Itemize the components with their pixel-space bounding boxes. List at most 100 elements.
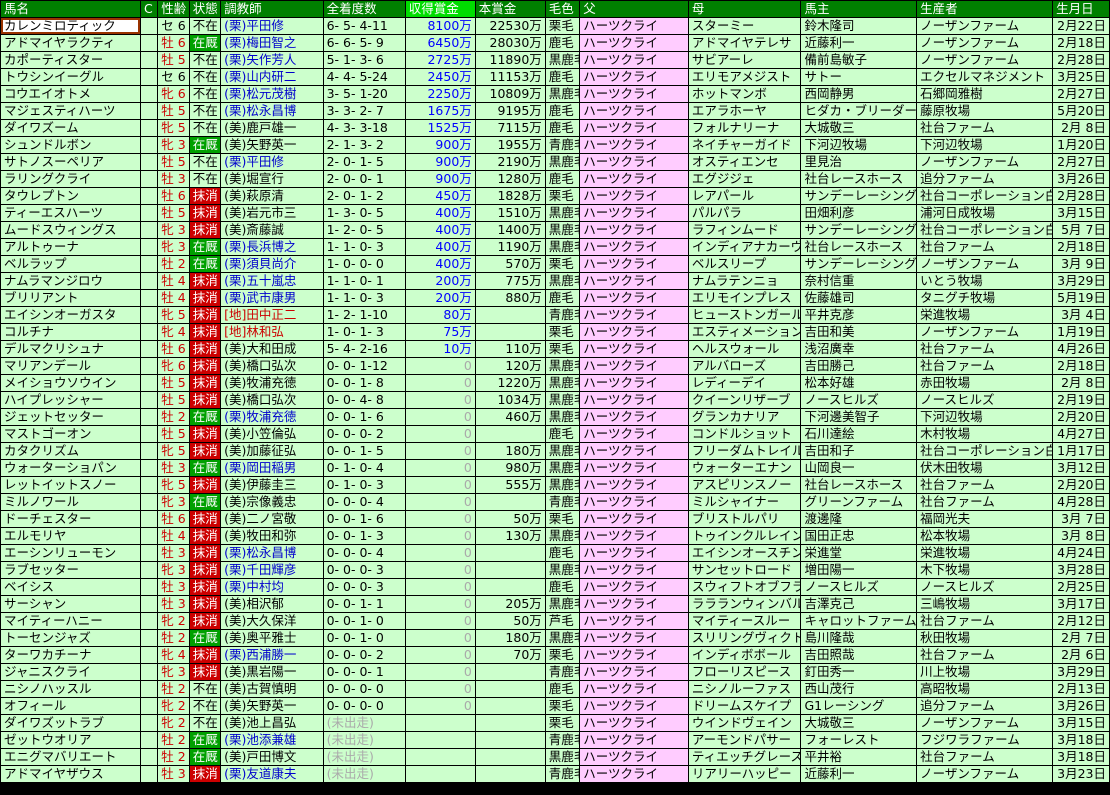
horse-name[interactable]: カレンミロティック [1, 18, 141, 34]
table-row[interactable]: ナムラマンジロウ 牡 4 抹消 (栗)五十嵐忠 1- 1- 0- 1 200万 775万 黒鹿… [1, 273, 1109, 289]
table-row[interactable]: ダイワズットラブ 牝 2 不在 (美)池上昌弘 (未出走) 栗毛 ハーツクライ ウインドヴェイ… [1, 715, 1109, 731]
horse-name[interactable]: ティーエスハーツ [1, 205, 141, 221]
table-row[interactable]: オフィール 牝 2 不在 (美)矢野英一 0- 0- 0- 0 0 栗毛 ハーツクライ ドリーム… [1, 698, 1109, 714]
table-row[interactable]: ジャニスクライ 牝 3抹消(美)黒岩陽一0- 0- 0- 10 青鹿毛ハーツクライフ… [1, 664, 1109, 680]
header-sire[interactable]: 父 [580, 1, 688, 17]
horse-name[interactable]: ターワカチーナ [1, 647, 141, 663]
horse-name[interactable]: ダイワズットラブ [1, 715, 141, 731]
table-row[interactable]: ハイプレッシャー 牡 5抹消(美)橋口弘次0- 0- 4- 801034万黒鹿毛ハ… [1, 392, 1109, 408]
horse-name[interactable]: ブリリアント [1, 290, 141, 306]
table-row[interactable]: ベルラップ 牡 2 在厩 (栗)須貝尚介 1- 0- 0- 0 400万 570万 栗毛 ハーツ… [1, 256, 1109, 272]
table-row[interactable]: カレンミロティック セ 6 不在 (栗)平田修 6- 5- 4-11 8100万 22530… [1, 18, 1109, 34]
horse-name[interactable]: カタクリズム [1, 443, 141, 459]
header-earnings[interactable]: 収得賞金 [405, 1, 475, 17]
header-color[interactable]: 毛色 [545, 1, 580, 17]
horse-name[interactable]: オフィール [1, 698, 141, 714]
horse-name[interactable]: ジェットセッター [1, 409, 141, 425]
table-row[interactable]: エイシンオーガスタ 牝 5抹消[地]田中正二1- 2- 1-1080万 青鹿毛ハーツ… [1, 307, 1109, 323]
horse-name[interactable]: エルモリヤ [1, 528, 141, 544]
header-dam[interactable]: 母 [688, 1, 801, 17]
horse-name[interactable]: デルマクリシュナ [1, 341, 141, 357]
header-c[interactable]: C [141, 1, 158, 17]
table-row[interactable]: アルトゥーナ 牝 3在厩(栗)長浜博之1- 1- 0- 3400万1190万黒鹿毛… [1, 239, 1109, 255]
horse-name[interactable]: ラブセッター [1, 562, 141, 578]
table-row[interactable]: カポーティスター 牡 5 不在 (栗)矢作芳人 5- 1- 3- 6 2725万 11890… [1, 52, 1109, 68]
table-row[interactable]: マジェスティハーツ 牡 5 不在 (栗)松永昌博 3- 3- 2- 7 1675万 9195… [1, 103, 1109, 119]
horse-name[interactable]: ダイワズーム [1, 120, 141, 136]
table-row[interactable]: ドーチェスター 牡 6 抹消 (美)二ノ宮敬 0- 0- 1- 6 0 50万 栗毛 ハーツクラ… [1, 511, 1109, 527]
table-row[interactable]: ターワカチーナ 牝 4 抹消 (栗)西浦勝一 0- 0- 0- 2 0 70万 栗毛 ハーツクラ… [1, 647, 1109, 663]
horse-name[interactable]: ニシノハッスル [1, 681, 141, 697]
table-row[interactable]: アドマイヤラクティ 牡 6 在厩 (栗)梅田智之 6- 6- 5- 9 6450万 2803… [1, 35, 1109, 51]
header-owner[interactable]: 馬主 [801, 1, 917, 17]
horse-name[interactable]: アルトゥーナ [1, 239, 141, 255]
horse-name[interactable]: サーシャン [1, 596, 141, 612]
horse-name[interactable]: ウォーターショパン [1, 460, 141, 476]
horse-name[interactable]: レットイットスノー [1, 477, 141, 493]
horse-name[interactable]: ベルラップ [1, 256, 141, 272]
table-row[interactable]: タウレプトン 牡 6 抹消 (美)萩原清 2- 0- 1- 2 450万 1828万 栗毛 ハー… [1, 188, 1109, 204]
horse-name[interactable]: サトノスーペリア [1, 154, 141, 170]
horse-name[interactable]: エーシンリューモン [1, 545, 141, 561]
horse-name[interactable]: コルチナ [1, 324, 141, 340]
table-row[interactable]: メイショウソウイン 牡 5抹消(美)牧浦充徳0- 0- 1- 801220万黒鹿毛… [1, 375, 1109, 391]
header-trainer[interactable]: 調教師 [221, 1, 323, 17]
table-row[interactable]: ゼットウオリア 牡 2在厩(栗)池添兼雄(未出走) 青鹿毛ハーツクライアーモンドパサ… [1, 732, 1109, 748]
horse-name[interactable]: アドマイヤラクティ [1, 35, 141, 51]
horse-name[interactable]: エイシンオーガスタ [1, 307, 141, 323]
header-name[interactable]: 馬名 [1, 1, 141, 17]
table-row[interactable]: コルチナ 牝 4 抹消 [地]林和弘 1- 0- 1- 3 75万 栗毛 ハーツクライ エスティ… [1, 324, 1109, 340]
table-row[interactable]: ティーエスハーツ 牡 5 抹消 (美)岩元市三 1- 3- 0- 5 400万 1510万黒… [1, 205, 1109, 221]
table-row[interactable]: ムードスウィングス 牝 3 抹消 (美)斎藤誠 1- 2- 0- 5 400万 1400万黒… [1, 222, 1109, 238]
horse-name[interactable]: ドーチェスター [1, 511, 141, 527]
header-sexage[interactable]: 性齢 [158, 1, 189, 17]
table-row[interactable]: ラブセッター 牝 3抹消(栗)千田輝彦0- 0- 0- 30 黒鹿毛ハーツクライサン… [1, 562, 1109, 578]
table-row[interactable]: エーシンリューモン 牡 3 抹消 (栗)松永昌博 0- 0- 0- 4 0 鹿毛 ハーツクライ… [1, 545, 1109, 561]
horse-name[interactable]: ミルノワール [1, 494, 141, 510]
horse-name[interactable]: エニグマバリエート [1, 749, 141, 765]
table-row[interactable]: エニグマバリエート 牡 2在厩(美)戸田博文(未出走) 黒鹿毛ハーツクライティエッチ… [1, 749, 1109, 765]
horse-name[interactable]: ゼットウオリア [1, 732, 141, 748]
table-row[interactable]: サトノスーペリア 牡 5 不在 (栗)平田修 2- 0- 1- 5 900万 2190万 黒鹿… [1, 154, 1109, 170]
table-row[interactable]: ダイワズーム 牝 5 不在 (美)鹿戸雄一 4- 3- 3-18 1525万 7115万 鹿毛… [1, 120, 1109, 136]
header-birthday[interactable]: 生月日 [1053, 1, 1109, 17]
horse-name[interactable]: コウエイオトメ [1, 86, 141, 102]
table-row[interactable]: トーセンジャズ 牡 2在厩(美)奥平雅士0- 0- 1- 00180万黒鹿毛ハーツ… [1, 630, 1109, 646]
table-row[interactable]: ブリリアント 牡 4 抹消 (栗)武市康男 1- 1- 0- 3 200万 880万 鹿毛 ハー… [1, 290, 1109, 306]
horse-name[interactable]: メイショウソウイン [1, 375, 141, 391]
horse-name[interactable]: マジェスティハーツ [1, 103, 141, 119]
horse-name[interactable]: トーセンジャズ [1, 630, 141, 646]
table-row[interactable]: コウエイオトメ 牝 6 不在 (栗)松元茂樹 3- 5- 1-20 2250万 10809万… [1, 86, 1109, 102]
horse-name[interactable]: タウレプトン [1, 188, 141, 204]
horse-name[interactable]: マイティーハニー [1, 613, 141, 629]
table-row[interactable]: レットイットスノー 牝 5抹消(美)伊藤圭三0- 1- 0- 30555万黒鹿毛ハ… [1, 477, 1109, 493]
table-row[interactable]: シュンドルボン 牝 3 在厩 (美)矢野英一 2- 1- 3- 2 900万 1955万 青鹿… [1, 137, 1109, 153]
horse-name[interactable]: ナムラマンジロウ [1, 273, 141, 289]
table-row[interactable]: カタクリズム 牝 5抹消(美)加藤征弘0- 0- 1- 50180万黒鹿毛ハーツク… [1, 443, 1109, 459]
table-row[interactable]: ベイシス 牡 3 抹消 (栗)中村均 0- 0- 0- 3 0 鹿毛 ハーツクライ スウィフトオ… [1, 579, 1109, 595]
header-record[interactable]: 全着度数 [323, 1, 405, 17]
horse-name[interactable]: ハイプレッシャー [1, 392, 141, 408]
table-row[interactable]: ジェットセッター 牡 2在厩(栗)牧浦充徳0- 0- 1- 60460万黒鹿毛ハー… [1, 409, 1109, 425]
horse-name[interactable]: マリアンデール [1, 358, 141, 374]
horse-name[interactable]: シュンドルボン [1, 137, 141, 153]
horse-name[interactable]: ムードスウィングス [1, 222, 141, 238]
table-row[interactable]: デルマクリシュナ 牡 6 抹消 (美)大和田成 5- 4- 2-16 10万 110万 栗毛ハ… [1, 341, 1109, 357]
table-row[interactable]: ミルノワール 牝 3在厩(美)宗像義忠0- 0- 0- 40 青鹿毛ハーツクライミル… [1, 494, 1109, 510]
table-row[interactable]: マイティーハニー 牝 2 抹消 (美)大久保洋 0- 0- 1- 0 0 50万 芦毛 ハーツク… [1, 613, 1109, 629]
horse-name[interactable]: ジャニスクライ [1, 664, 141, 680]
table-row[interactable]: ニシノハッスル 牡 2 不在 (美)古賀慎明 0- 0- 0- 0 0 鹿毛 ハーツクライ ニシ… [1, 681, 1109, 697]
table-row[interactable]: サーシャン 牡 3抹消(美)相沢郁0- 0- 1- 10205万黒鹿毛ハーツクライ… [1, 596, 1109, 612]
horse-name[interactable]: ベイシス [1, 579, 141, 595]
table-row[interactable]: ウォーターショパン 牡 3在厩(栗)岡田稲男0- 1- 0- 40980万黒鹿毛ハ… [1, 460, 1109, 476]
table-row[interactable]: エルモリヤ 牡 4抹消(美)牧田和弥0- 0- 1- 30130万黒鹿毛ハーツクラ… [1, 528, 1109, 544]
table-row[interactable]: マストゴーオン 牡 5 抹消 (美)小笠倫弘 0- 0- 0- 2 0 鹿毛 ハーツクライ コン… [1, 426, 1109, 442]
table-row[interactable]: マリアンデール 牝 6抹消(美)橋口弘次0- 0- 1-120120万黒鹿毛ハーツ… [1, 358, 1109, 374]
horse-name[interactable]: ラリングクライ [1, 171, 141, 187]
table-row[interactable]: トウシンイーグル セ 6 不在 (栗)山内研二 4- 4- 5-24 2450万 11153… [1, 69, 1109, 85]
horse-name[interactable]: アドマイヤザウス [1, 766, 141, 782]
header-status[interactable]: 状態 [189, 1, 221, 17]
horse-name[interactable]: トウシンイーグル [1, 69, 141, 85]
horse-name[interactable]: マストゴーオン [1, 426, 141, 442]
header-prize[interactable]: 本賞金 [475, 1, 545, 17]
